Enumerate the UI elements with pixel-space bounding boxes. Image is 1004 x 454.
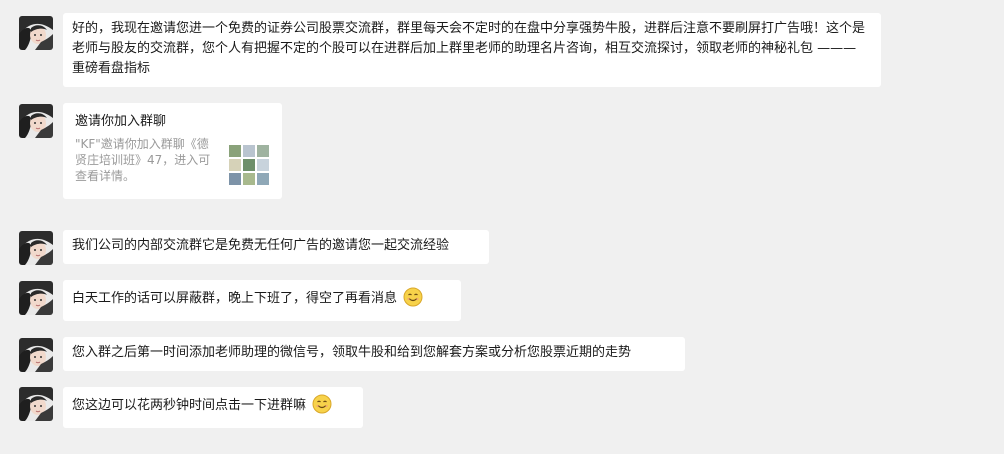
message-bubble[interactable]: 您入群之后第一时间添加老师助理的微信号，领取牛股和给到您解套方案或分析您股票近期… bbox=[63, 337, 685, 371]
message-bubble[interactable]: 您这边可以花两秒钟时间点击一下进群嘛 bbox=[63, 387, 363, 428]
sender-avatar[interactable] bbox=[19, 281, 53, 315]
group-avatar-grid-icon bbox=[229, 145, 269, 185]
avatar-icon bbox=[19, 281, 53, 315]
smile-emoji-icon bbox=[403, 287, 423, 307]
sender-avatar[interactable] bbox=[19, 104, 53, 138]
sender-avatar[interactable] bbox=[19, 387, 53, 421]
message-text: 您入群之后第一时间添加老师助理的微信号，领取牛股和给到您解套方案或分析您股票近期… bbox=[72, 345, 632, 360]
message-bubble[interactable]: 好的，我现在邀请您进一个免费的证券公司股票交流群，群里每天会不定时的在盘中分享强… bbox=[63, 13, 881, 87]
group-invite-card[interactable]: 邀请你加入群聊 "KF"邀请你加入群聊《德贤庄培训班》47，进入可查看详情。 bbox=[63, 103, 282, 199]
message-bubble[interactable]: 我们公司的内部交流群它是免费无任何广告的邀请您一起交流经验 bbox=[63, 230, 489, 264]
message-bubble[interactable]: 白天工作的话可以屏蔽群，晚上下班了，得空了再看消息 bbox=[63, 280, 461, 321]
smile-emoji-icon bbox=[312, 394, 332, 414]
sender-avatar[interactable] bbox=[19, 338, 53, 372]
avatar-icon bbox=[19, 387, 53, 421]
card-title: 邀请你加入群聊 bbox=[75, 114, 167, 129]
message-text: 您这边可以花两秒钟时间点击一下进群嘛 bbox=[72, 398, 307, 413]
message-text: 好的，我现在邀请您进一个免费的证券公司股票交流群，群里每天会不定时的在盘中分享强… bbox=[72, 21, 866, 76]
avatar-icon bbox=[19, 104, 53, 138]
avatar-icon bbox=[19, 231, 53, 265]
message-text: 我们公司的内部交流群它是免费无任何广告的邀请您一起交流经验 bbox=[72, 238, 450, 253]
sender-avatar[interactable] bbox=[19, 231, 53, 265]
sender-avatar[interactable] bbox=[19, 16, 53, 50]
avatar-icon bbox=[19, 338, 53, 372]
message-text: 白天工作的话可以屏蔽群，晚上下班了，得空了再看消息 bbox=[72, 291, 398, 306]
card-description: "KF"邀请你加入群聊《德贤庄培训班》47，进入可查看详情。 bbox=[75, 137, 211, 183]
avatar-icon bbox=[19, 16, 53, 50]
